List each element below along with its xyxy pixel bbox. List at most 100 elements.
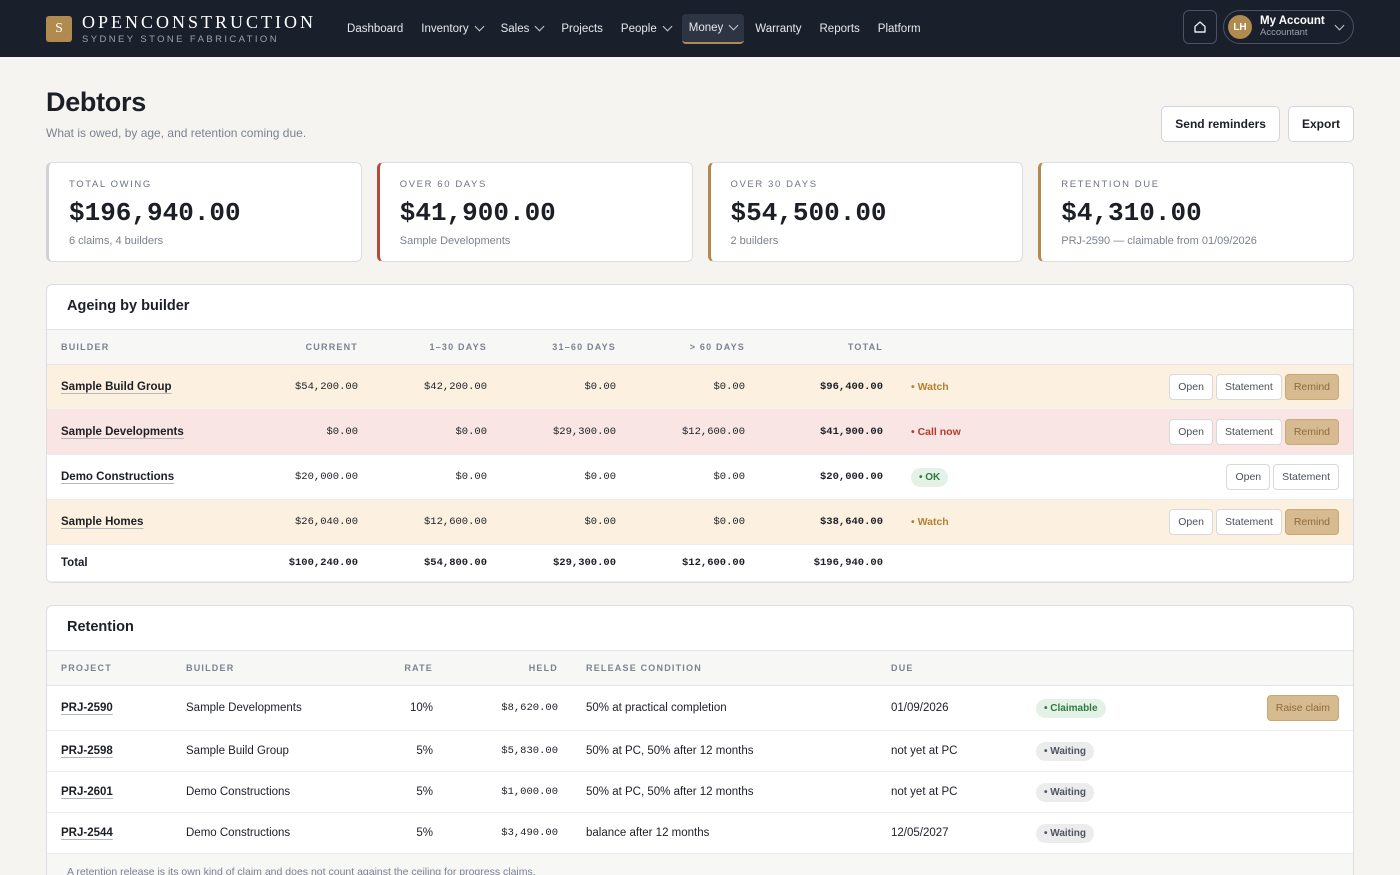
summary-cards: TOTAL OWING $196,940.00 6 claims, 4 builde… [46,162,1354,262]
retention-table: PROJECT BUILDER RATE HELD RELEASE CONDITION D… [47,650,1353,854]
row-actions: Open Statement Remind [1024,499,1353,545]
column-header: HELD [447,650,572,686]
builder-link[interactable]: Demo Constructions [61,471,174,483]
avatar: LH [1228,15,1252,39]
open-button[interactable]: Open [1169,419,1213,445]
top-navigation-bar: S OPENCONSTRUCTION SYDNEY STONE FABRICAT… [0,0,1400,57]
due-cell: 12/05/2027 [877,812,1022,854]
column-header: BUILDER [172,650,342,686]
main-nav: Dashboard Inventory Sales Projects People Mon… [340,13,928,44]
table-row: PRJ-2601 Demo Constructions 5% $1,000.00 50%… [47,771,1353,813]
table-row: Sample Developments $0.00 $0.00 $29,300.00 $… [47,409,1353,455]
statement-button[interactable]: Statement [1273,464,1339,490]
nav-warranty[interactable]: Warranty [748,15,808,43]
project-link[interactable]: PRJ-2601 [61,786,113,798]
table-row: Demo Constructions $20,000.00 $0.00 $0.00 $0… [47,454,1353,500]
project-link[interactable]: PRJ-2590 [61,702,113,714]
amount-cell: $42,200.00 [372,364,501,410]
remind-button[interactable]: Remind [1284,509,1339,535]
nav-label: Sales [500,22,530,35]
nav-label: Platform [877,22,921,35]
page-subtitle: What is owed, by age, and retention comi… [46,126,307,140]
column-header: RATE [342,650,447,686]
nav-projects[interactable]: Projects [554,15,610,43]
remind-button[interactable]: Remind [1284,374,1339,400]
statement-button[interactable]: Statement [1215,419,1282,445]
export-button[interactable]: Export [1287,106,1354,142]
brand-subtitle: SYDNEY STONE FABRICATION [82,33,279,45]
builder-link[interactable]: Sample Homes [61,516,143,528]
row-actions: Open Statement Remind [1024,409,1353,455]
nav-dashboard[interactable]: Dashboard [340,15,410,43]
raise-claim-button[interactable]: Raise claim [1266,695,1339,721]
due-cell: not yet at PC [877,771,1022,813]
nav-label: Reports [819,22,860,35]
retention-panel: Retention PROJECT BUILDER RATE HELD RELEASE … [46,605,1354,875]
rate-cell: 5% [342,730,447,772]
project-cell: PRJ-2544 [47,812,172,854]
stat-card-note: PRJ-2590 — claimable from 01/09/2026 [1061,235,1257,247]
stat-card-value: $54,500.00 [730,198,887,228]
statement-button[interactable]: Statement [1215,374,1282,400]
amount-cell: $12,600.00 [630,409,759,455]
condition-cell: 50% at practical completion [572,685,877,731]
status-cell: • OK [897,454,1025,500]
amount-cell: $0.00 [501,499,630,545]
column-header-actions [1024,329,1353,365]
total-amount: $12,600.00 [630,544,759,582]
column-header: CURRENT [247,329,372,365]
amount-cell: $96,400.00 [759,364,897,410]
home-button[interactable] [1183,10,1217,44]
nav-people[interactable]: People [614,15,678,43]
nav-label: Projects [561,22,603,35]
row-actions [1182,730,1353,772]
nav-platform[interactable]: Platform [871,15,928,43]
brand[interactable]: S OPENCONSTRUCTION SYDNEY STONE FABRICAT… [46,13,316,45]
project-link[interactable]: PRJ-2544 [61,827,113,839]
empty-cell [1024,544,1353,582]
builder-link[interactable]: Sample Developments [61,426,184,438]
amount-cell: $12,600.00 [372,499,501,545]
builder-link[interactable]: Sample Build Group [61,381,172,393]
statement-button[interactable]: Statement [1215,509,1282,535]
status-badge: • OK [911,467,949,487]
nav-sales[interactable]: Sales [494,15,551,43]
project-cell: PRJ-2598 [47,730,172,772]
column-header-status [1022,650,1183,686]
open-button[interactable]: Open [1226,464,1271,490]
row-actions: Open Statement Remind [1024,364,1353,410]
project-link[interactable]: PRJ-2598 [61,745,113,757]
nav-inventory[interactable]: Inventory [414,15,489,43]
nav-money[interactable]: Money [681,13,745,44]
open-button[interactable]: Open [1169,509,1213,535]
brand-logo-icon: S [46,15,72,42]
amount-cell: $29,300.00 [501,409,630,455]
held-cell: $3,490.00 [447,812,572,854]
chevron-down-icon [474,21,485,32]
total-label: Total [47,544,247,582]
total-amount: $29,300.00 [501,544,630,582]
stat-card-note: 2 builders [730,235,779,247]
status-cell: • Waiting [1022,771,1183,813]
remind-button[interactable]: Remind [1284,419,1339,445]
chevron-down-icon [662,21,673,32]
amount-cell: $0.00 [630,454,759,500]
total-amount: $196,940.00 [759,544,897,582]
column-header: RELEASE CONDITION [572,650,877,686]
amount-cell: $0.00 [630,499,759,545]
send-reminders-button[interactable]: Send reminders [1161,106,1280,142]
column-header: > 60 DAYS [630,329,759,365]
row-actions [1182,812,1353,854]
nav-reports[interactable]: Reports [813,15,867,43]
chevron-down-icon [534,21,545,32]
stat-card-label: OVER 60 DAYS [399,179,487,190]
status-badge: • Watch [911,381,949,393]
builder-cell: Sample Developments [47,409,247,455]
column-header: DUE [877,650,1022,686]
account-menu[interactable]: LH My Account Accountant [1223,10,1354,44]
nav-label: Inventory [421,22,469,35]
stat-card-value: $4,310.00 [1061,198,1202,228]
column-header: 31–60 DAYS [501,329,630,365]
row-actions [1182,771,1353,813]
open-button[interactable]: Open [1169,374,1213,400]
